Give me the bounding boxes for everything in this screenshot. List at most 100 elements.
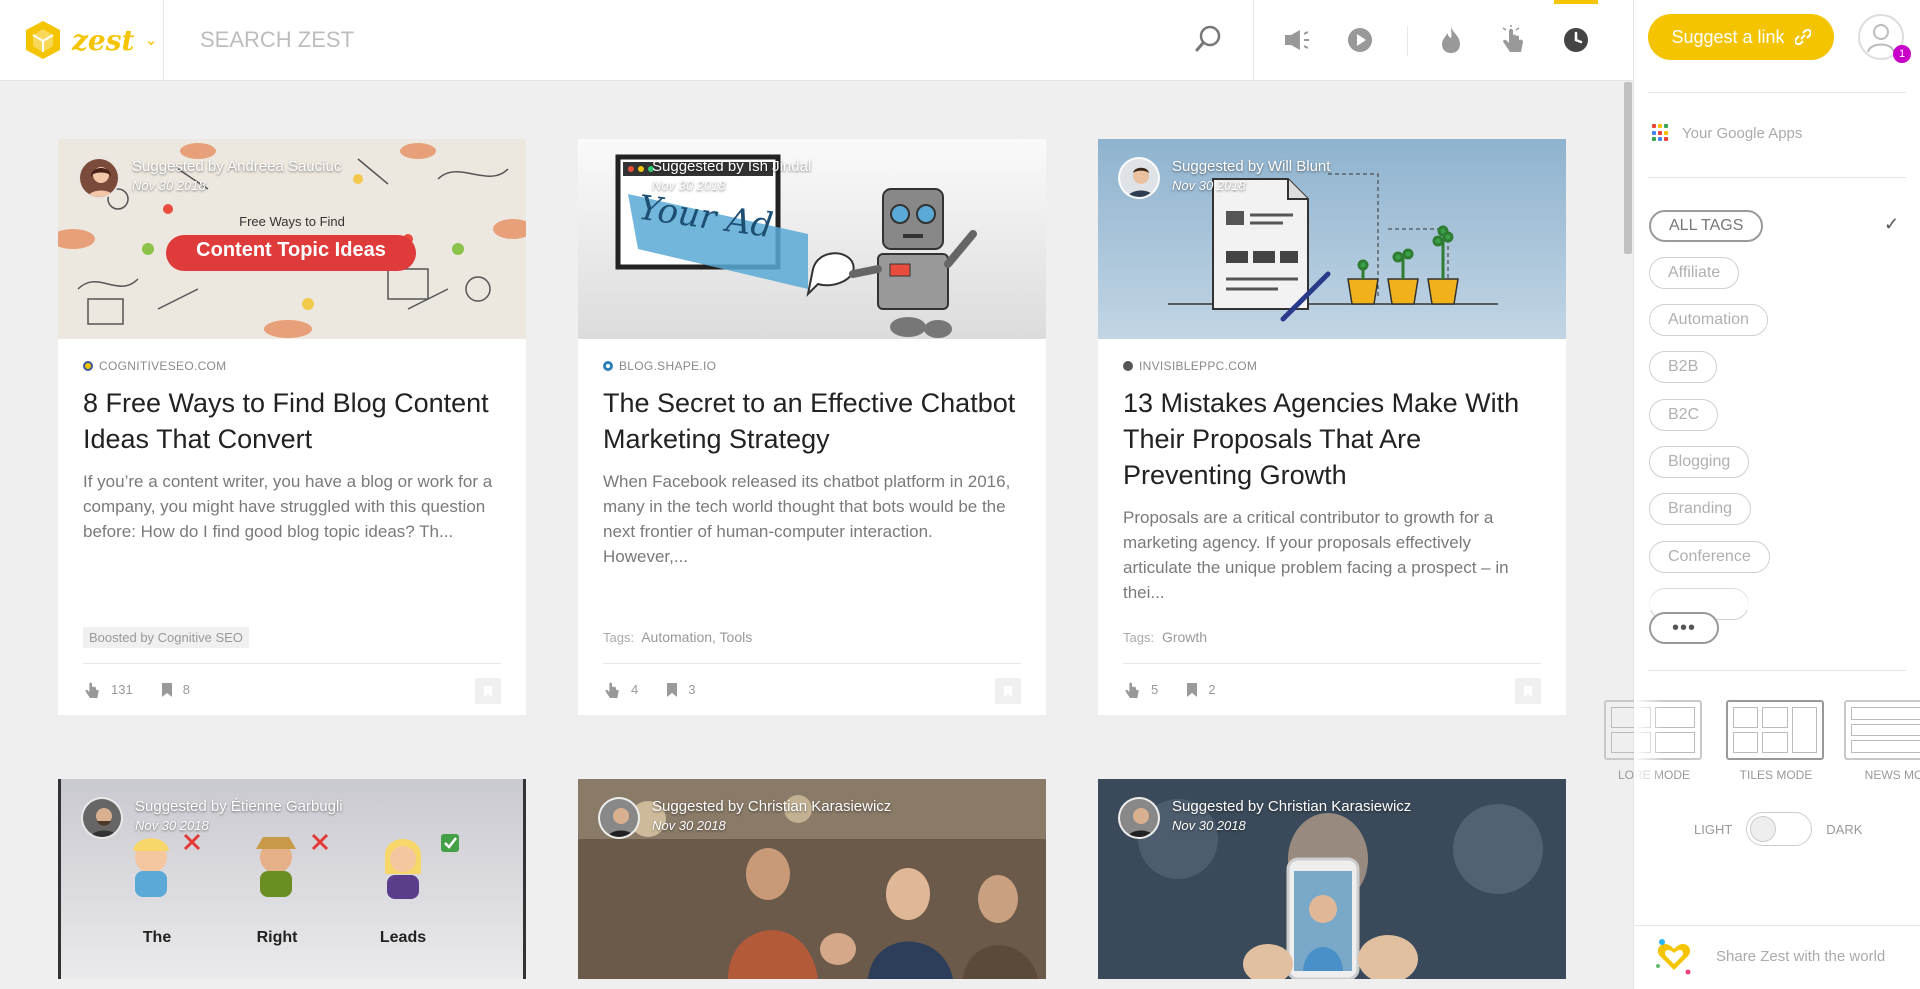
bookmark-icon <box>1003 685 1013 697</box>
card-suggester: Suggested by Christian Karasiewicz Nov 3… <box>1118 797 1411 839</box>
tag-blogging[interactable]: Blogging <box>1649 446 1750 478</box>
tag-b2b[interactable]: B2B <box>1649 351 1718 383</box>
megaphone-button[interactable] <box>1282 24 1314 56</box>
search-input[interactable] <box>200 22 1140 58</box>
article-card[interactable]: Suggested by Will Blunt Nov 30 2018 INVI… <box>1098 139 1566 715</box>
play-button[interactable] <box>1344 24 1376 56</box>
divider <box>1648 92 1906 93</box>
saves-count: 8 <box>161 682 190 698</box>
article-card[interactable]: Free Ways to Find Content Topic Ideas Su… <box>58 139 526 715</box>
card-suggester: Suggested by Will Blunt Nov 30 2018 <box>1118 157 1330 199</box>
suggested-by: Suggested by Andreea Sauciuc <box>132 158 342 175</box>
scrollbar-thumb[interactable] <box>1624 82 1632 254</box>
bookmark-icon <box>483 685 493 697</box>
tag-branding[interactable]: Branding <box>1649 493 1752 525</box>
suggested-date: Nov 30 2018 <box>132 178 206 193</box>
popular-button[interactable] <box>1497 24 1529 56</box>
tag-all-tags[interactable]: ALL TAGS <box>1649 210 1764 242</box>
google-apps-link[interactable]: Your Google Apps <box>1652 124 1802 142</box>
search-button[interactable] <box>1193 24 1225 56</box>
news-mode-icon <box>1844 700 1920 760</box>
clicks-value: 5 <box>1151 682 1159 697</box>
google-apps-label: Your Google Apps <box>1682 124 1803 142</box>
tag-affiliate[interactable]: Affiliate <box>1649 257 1740 289</box>
article-card[interactable]: Your Ad Suggested by Ish Jindal Nov 30 2… <box>578 139 1046 715</box>
search-icon <box>1195 25 1221 52</box>
divider <box>1648 177 1906 178</box>
card-source[interactable]: INVISIBLEPPC.COM <box>1123 359 1541 373</box>
avatar[interactable] <box>81 797 123 839</box>
card-suggester: Suggested by Andreea Sauciuc Nov 30 2018 <box>78 157 341 199</box>
clicks-count: 5 <box>1123 680 1158 700</box>
suggested-date: Nov 30 2018 <box>135 818 209 833</box>
bookmark-icon <box>161 682 172 697</box>
pointer-hand-icon <box>85 682 99 698</box>
avatar[interactable] <box>1118 157 1160 199</box>
card-title[interactable]: 8 Free Ways to Find Blog Content Ideas T… <box>83 385 501 457</box>
chevron-down-icon[interactable]: ⌄ <box>144 30 157 50</box>
clock-icon <box>1564 28 1588 52</box>
active-tab-indicator <box>1554 0 1598 4</box>
saves-count: 2 <box>1186 682 1215 698</box>
theme-toggle[interactable] <box>1746 812 1813 846</box>
avatar[interactable] <box>1118 797 1160 839</box>
theme-switch: LIGHT DARK <box>1694 812 1862 846</box>
card-tags: Tags: Automation, Tools <box>603 629 752 645</box>
tag-conference[interactable]: Conference <box>1649 541 1770 573</box>
share-zest-link[interactable]: Share Zest with the world <box>1654 936 1885 976</box>
tags-fade <box>1634 580 1920 610</box>
check-icon: ✓ <box>1884 214 1900 234</box>
tags-label: Tags: <box>1123 630 1155 645</box>
card-image[interactable]: Suggested by Will Blunt Nov 30 2018 <box>1098 139 1566 339</box>
notification-badge[interactable]: 1 <box>1893 45 1911 63</box>
suggested-date: Nov 30 2018 <box>1172 818 1246 833</box>
article-card[interactable]: The Right Leads Suggested by Étienne Gar… <box>58 779 526 979</box>
tag-links[interactable]: Growth <box>1162 629 1207 645</box>
card-source[interactable]: COGNITIVESEO.COM <box>83 359 501 373</box>
more-tags-button[interactable]: ••• <box>1649 612 1719 644</box>
card-source[interactable]: BLOG.SHAPE.IO <box>603 359 1021 373</box>
suggested-by: Suggested by Christian Karasiewicz <box>652 798 892 815</box>
saves-value: 2 <box>1208 682 1216 697</box>
card-title[interactable]: The Secret to an Effective Chatbot Marke… <box>603 385 1021 457</box>
clicks-value: 4 <box>631 682 639 697</box>
article-card[interactable]: Suggested by Christian Karasiewicz Nov 3… <box>578 779 1046 979</box>
trending-button[interactable] <box>1435 24 1467 56</box>
card-description: When Facebook released its chatbot platf… <box>603 472 1011 566</box>
right-panel: Suggest a link 1 Your Google Apps ALL TA… <box>1604 0 1920 989</box>
avatar[interactable] <box>598 797 640 839</box>
image-caption-small: Free Ways to Find <box>239 214 345 229</box>
share-label: Share Zest with the world <box>1716 947 1886 965</box>
favicon-icon <box>83 361 93 371</box>
save-button[interactable] <box>475 678 501 704</box>
tag-links[interactable]: Automation, Tools <box>641 629 752 645</box>
top-bar: zest ⌄ <box>0 0 1633 81</box>
theme-light-label: LIGHT <box>1694 821 1733 837</box>
image-label: Right <box>256 929 298 946</box>
card-suggester: Suggested by Christian Karasiewicz Nov 3… <box>598 797 891 839</box>
card-image[interactable]: Free Ways to Find Content Topic Ideas Su… <box>58 139 526 339</box>
tag-automation[interactable]: Automation <box>1649 304 1768 336</box>
toggle-knob <box>1750 816 1777 842</box>
suggest-link-button[interactable]: Suggest a link <box>1648 14 1834 60</box>
article-card[interactable]: Suggested by Christian Karasiewicz Nov 3… <box>1098 779 1566 979</box>
save-button[interactable] <box>995 678 1021 704</box>
tag-b2c[interactable]: B2C <box>1649 399 1719 431</box>
favicon-icon <box>1123 361 1133 371</box>
heart-share-icon <box>1656 939 1691 975</box>
card-footer: 5 2 <box>1123 663 1541 715</box>
card-suggester: Suggested by Ish Jindal Nov 30 2018 <box>598 157 811 195</box>
avatar[interactable] <box>78 157 120 199</box>
recent-button[interactable] <box>1560 24 1592 56</box>
card-image[interactable]: Your Ad Suggested by Ish Jindal Nov 30 2… <box>578 139 1046 339</box>
mode-label: TILES MODE <box>1739 768 1813 782</box>
tiles-mode-option[interactable]: TILES MODE <box>1726 700 1826 782</box>
divider <box>1634 925 1920 926</box>
card-title[interactable]: 13 Mistakes Agencies Make With Their Pro… <box>1123 385 1541 493</box>
suggested-by: Suggested by Étienne Garbugli <box>135 798 343 815</box>
zest-logo[interactable]: zest ⌄ <box>22 16 162 64</box>
news-mode-option[interactable]: NEWS MO <box>1844 700 1920 782</box>
divider <box>163 0 164 81</box>
save-button[interactable] <box>1515 678 1541 704</box>
theme-dark-label: DARK <box>1826 821 1863 837</box>
